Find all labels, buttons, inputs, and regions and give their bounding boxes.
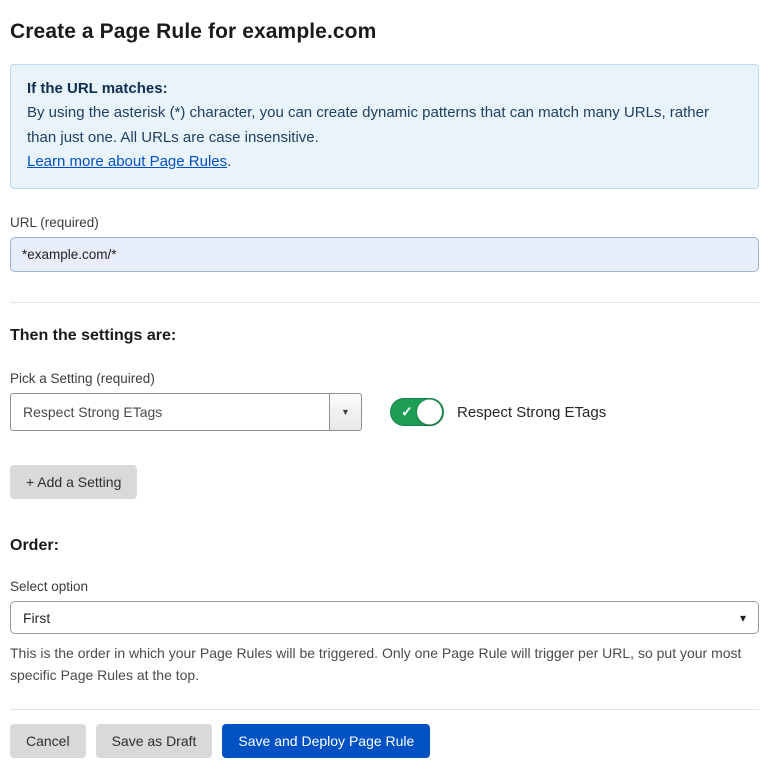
- url-matches-info-box: If the URL matches: By using the asteris…: [10, 64, 759, 189]
- order-dropdown[interactable]: First ▾: [10, 601, 759, 634]
- learn-more-link[interactable]: Learn more about Page Rules: [27, 153, 227, 170]
- page-title: Create a Page Rule for example.com: [10, 20, 759, 44]
- footer-actions: Cancel Save as Draft Save and Deploy Pag…: [10, 724, 759, 758]
- add-setting-button[interactable]: + Add a Setting: [10, 465, 137, 499]
- link-period: .: [227, 153, 231, 170]
- order-heading: Order:: [10, 537, 759, 555]
- order-help-text: This is the order in which your Page Rul…: [10, 643, 759, 686]
- chevron-down-icon[interactable]: ▼: [329, 394, 361, 430]
- url-label: URL (required): [10, 215, 759, 230]
- etags-toggle-group: ✓ Respect Strong ETags: [390, 398, 606, 426]
- info-box-heading: If the URL matches:: [27, 77, 742, 101]
- url-field-group: URL (required): [10, 215, 759, 272]
- save-deploy-button[interactable]: Save and Deploy Page Rule: [222, 724, 430, 758]
- setting-row: Respect Strong ETags ▼ ✓ Respect Strong …: [10, 393, 759, 431]
- section-divider: [10, 302, 759, 303]
- cancel-button[interactable]: Cancel: [10, 724, 86, 758]
- info-box-body: By using the asterisk (*) character, you…: [27, 101, 742, 150]
- url-input[interactable]: [10, 237, 759, 272]
- toggle-knob: [417, 400, 442, 425]
- chevron-down-icon: ▾: [740, 611, 746, 625]
- etags-toggle-label: Respect Strong ETags: [457, 404, 606, 421]
- setting-dropdown[interactable]: Respect Strong ETags ▼: [10, 393, 362, 431]
- etags-toggle[interactable]: ✓: [390, 398, 444, 426]
- footer-divider: [10, 709, 759, 710]
- page-rule-form: Create a Page Rule for example.com If th…: [0, 0, 769, 774]
- setting-dropdown-value: Respect Strong ETags: [11, 404, 162, 420]
- pick-setting-label: Pick a Setting (required): [10, 371, 759, 386]
- save-draft-button[interactable]: Save as Draft: [96, 724, 213, 758]
- settings-heading: Then the settings are:: [10, 327, 759, 345]
- check-icon: ✓: [401, 405, 413, 419]
- order-dropdown-value: First: [23, 610, 50, 626]
- info-box-link-line: Learn more about Page Rules.: [27, 150, 742, 174]
- order-select-label: Select option: [10, 579, 759, 594]
